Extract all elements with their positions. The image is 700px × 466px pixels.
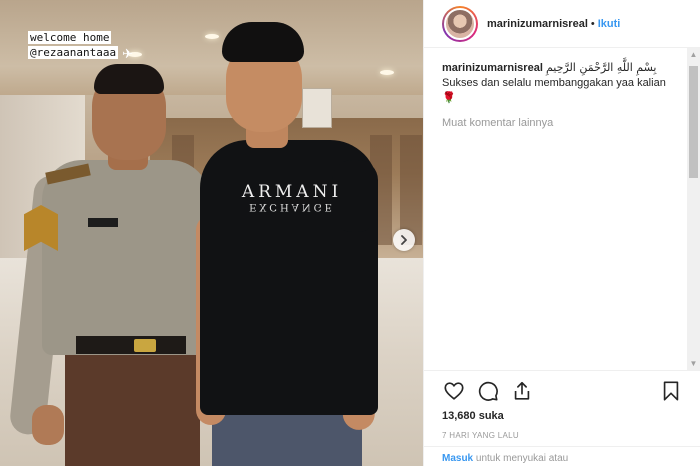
caption: marinizumarnisreal بِسْمِ اللَّهِ الرَّح…	[442, 60, 682, 106]
next-image-button[interactable]	[393, 229, 415, 251]
login-prompt: Masuk untuk menyukai atau	[424, 446, 700, 466]
wall-sign	[302, 88, 332, 128]
post-header: marinizumarnisreal • Ikuti	[424, 0, 700, 48]
login-prompt-text: untuk menyukai atau	[475, 453, 569, 464]
overlay-mention: @rezaanantaaa	[28, 46, 119, 59]
post-actions: 13,680 suka 7 HARI YANG LALU	[424, 370, 700, 440]
login-link[interactable]: Masuk	[442, 453, 473, 464]
comments-scrollbar[interactable]: ▲ ▼	[687, 48, 700, 370]
avatar-image	[444, 7, 476, 40]
likes-count[interactable]: 13,680 suka	[442, 410, 683, 422]
comments-section: marinizumarnisreal بِسْمِ اللَّهِ الرَّح…	[442, 60, 682, 131]
bookmark-icon	[663, 381, 679, 401]
heart-icon	[444, 382, 464, 400]
action-icons-row	[442, 377, 683, 405]
ceiling-light	[205, 34, 219, 39]
post-photo[interactable]: ARMANI EXCHANGE welcome home @rezaananta…	[0, 0, 423, 466]
scroll-up-arrow-icon[interactable]: ▲	[687, 48, 700, 61]
person1-belt	[76, 336, 186, 354]
chevron-right-icon	[401, 235, 407, 245]
person1-hand	[32, 405, 64, 445]
caption-username[interactable]: marinizumarnisreal	[442, 62, 543, 74]
caption-text: Sukses dan selalu membanggakan yaa kalia…	[442, 77, 666, 89]
caption-arabic-text: بِسْمِ اللَّهِ الرَّحْمَنِ الرَّحِيمِ	[545, 61, 657, 74]
overlay-line: welcome home	[28, 31, 112, 44]
scroll-down-arrow-icon[interactable]: ▼	[687, 357, 700, 370]
post-timestamp[interactable]: 7 HARI YANG LALU	[442, 431, 683, 440]
person1-hair	[94, 64, 164, 94]
header-separator: •	[590, 17, 595, 30]
load-more-comments-link[interactable]: Muat komentar lainnya	[442, 116, 682, 131]
avatar[interactable]	[442, 5, 478, 42]
story-text-overlay: welcome home @rezaanantaaa ✈	[28, 28, 133, 61]
person1-trousers	[65, 345, 200, 466]
person1-nametag	[88, 218, 118, 227]
post-side-panel: marinizumarnisreal • Ikuti marinizumarni…	[423, 0, 700, 466]
share-icon	[514, 381, 530, 400]
scrollbar-thumb[interactable]	[689, 66, 698, 178]
airplane-icon: ✈	[122, 46, 133, 61]
comment-button[interactable]	[476, 379, 500, 403]
ceiling-light	[380, 70, 394, 75]
share-button[interactable]	[510, 379, 534, 403]
tshirt-brand-subtext: EXCHANGE	[249, 201, 335, 212]
person1-uniform	[42, 160, 210, 355]
person1-belt-buckle	[134, 339, 156, 352]
like-button[interactable]	[442, 379, 466, 403]
comment-icon	[478, 381, 498, 401]
tshirt-brand-text: ARMANI	[241, 182, 343, 202]
person2-jeans	[212, 408, 362, 466]
save-button[interactable]	[659, 379, 683, 403]
follow-button[interactable]: Ikuti	[598, 18, 621, 30]
person2-hair	[222, 22, 304, 62]
header-username[interactable]: marinizumarnisreal	[487, 18, 588, 30]
rose-emoji: 🌹	[442, 92, 456, 104]
